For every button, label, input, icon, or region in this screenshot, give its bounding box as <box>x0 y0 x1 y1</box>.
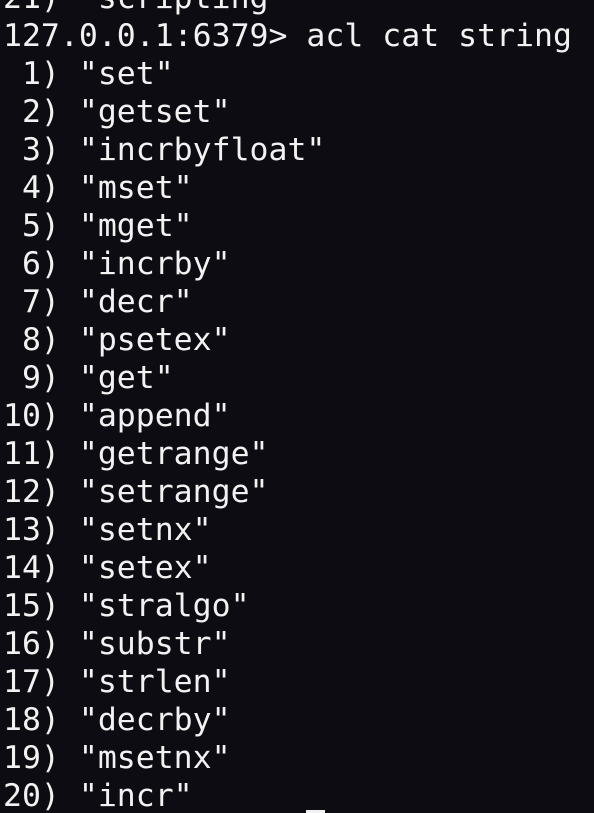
result-line: 14) "setex" <box>3 550 212 586</box>
command-prompt-line: 127.0.0.1:6379> acl cat string <box>3 18 572 54</box>
result-line: 4) "mset" <box>3 170 193 206</box>
result-line: 10) "append" <box>3 398 231 434</box>
result-line: 19) "msetnx" <box>3 740 231 776</box>
result-line: 8) "psetex" <box>3 322 231 358</box>
result-line: 11) "getrange" <box>3 436 269 472</box>
result-line: 7) "decr" <box>3 284 193 320</box>
result-line: 20) "incr" <box>3 778 193 813</box>
result-line: 16) "substr" <box>3 626 231 662</box>
result-line: 6) "incrby" <box>3 246 231 282</box>
result-line: 12) "setrange" <box>3 474 269 510</box>
result-line: 2) "getset" <box>3 94 231 130</box>
result-line: 18) "decrby" <box>3 702 231 738</box>
result-line: 1) "set" <box>3 56 174 92</box>
output-line-prev-item: 21) "scripting" <box>3 0 572 17</box>
terminal-output: 21) "scripting" 127.0.0.1:6379> acl cat … <box>3 0 572 813</box>
result-line: 13) "setnx" <box>3 512 212 548</box>
result-line: 9) "get" <box>3 360 174 396</box>
result-line: 15) "stralgo" <box>3 588 250 624</box>
result-line: 5) "mget" <box>3 208 193 244</box>
terminal-window[interactable]: 21) "scripting" 127.0.0.1:6379> acl cat … <box>0 0 594 813</box>
result-line: 17) "strlen" <box>3 664 231 700</box>
result-line: 3) "incrbyfloat" <box>3 132 326 168</box>
